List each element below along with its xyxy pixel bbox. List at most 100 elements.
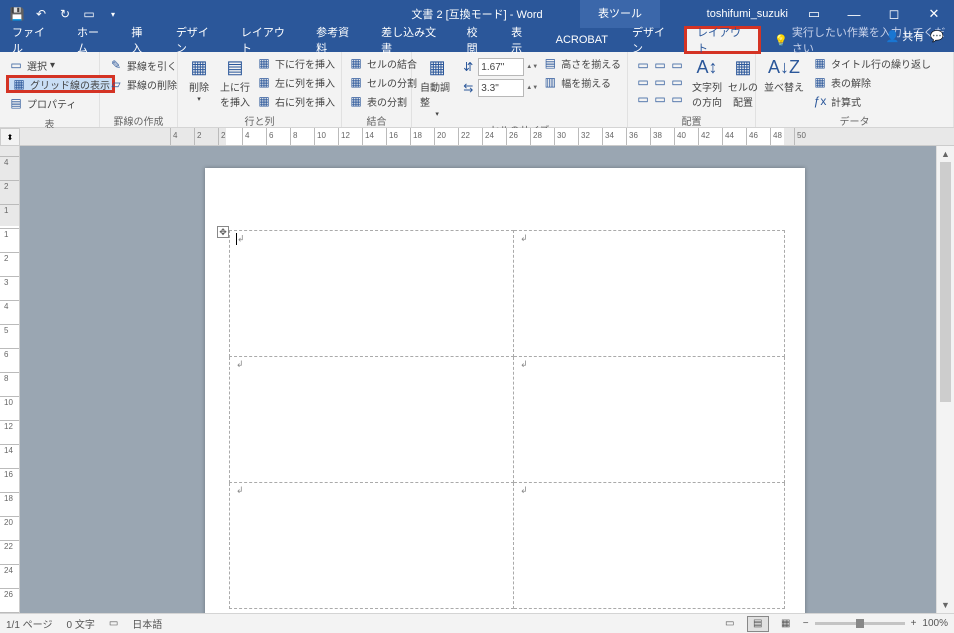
tab-review[interactable]: 校閲: [455, 28, 500, 52]
insert-above-button[interactable]: ▤上に行を挿入: [218, 54, 252, 111]
insert-above-icon: ▤: [224, 56, 246, 78]
tab-design[interactable]: デザイン: [164, 28, 229, 52]
status-page[interactable]: 1/1 ページ: [6, 616, 52, 631]
tab-references[interactable]: 参考資料: [304, 28, 369, 52]
scroll-up-icon[interactable]: ▲: [937, 146, 954, 162]
tab-table-layout[interactable]: レイアウト: [684, 26, 761, 54]
text-direction-button[interactable]: A↕文字列の方向: [690, 54, 724, 111]
document-table[interactable]: ↲ ↲ ↲ ↲ ↲ ↲: [229, 230, 785, 609]
align-tc-button[interactable]: ▭: [652, 57, 668, 73]
dist-rows-icon: ▤: [542, 55, 558, 71]
tab-home[interactable]: ホーム: [65, 28, 119, 52]
view-read-mode-button[interactable]: ▭: [719, 616, 741, 632]
view-web-layout-button[interactable]: ▦: [775, 616, 797, 632]
tab-layout[interactable]: レイアウト: [229, 28, 304, 52]
properties-button[interactable]: ▤プロパティ: [6, 94, 115, 112]
split-icon: ▦: [348, 74, 364, 90]
user-name[interactable]: toshifumi_suzuki: [707, 8, 788, 20]
table-move-handle[interactable]: ✥: [217, 226, 229, 238]
status-words[interactable]: 0 文字: [66, 616, 94, 631]
redo-icon[interactable]: ↻: [54, 3, 76, 25]
split-table-button[interactable]: ▦表の分割: [346, 92, 419, 110]
tab-view[interactable]: 表示: [499, 28, 544, 52]
draw-table-button[interactable]: ✎罫線を引く: [106, 56, 179, 74]
repeat-header-button[interactable]: ▦タイトル行の繰り返し: [810, 54, 933, 72]
formula-button[interactable]: ƒx計算式: [810, 92, 933, 110]
grid-icon: ▦: [11, 76, 27, 92]
zoom-out-button[interactable]: −: [803, 618, 809, 629]
zoom-slider[interactable]: [815, 622, 905, 625]
zoom-level[interactable]: 100%: [922, 618, 948, 629]
align-tl-button[interactable]: ▭: [635, 57, 651, 73]
document-title: 文書 2 [互換モード] - Word: [411, 6, 542, 22]
autofit-button[interactable]: ▦自動調整▾: [416, 54, 458, 120]
convert-icon: ▦: [812, 74, 828, 90]
vertical-ruler[interactable]: 421123456810121416182022242628: [0, 146, 20, 613]
qat-customize-icon[interactable]: ▾: [102, 3, 124, 25]
width-spinner[interactable]: ▲▼: [526, 85, 538, 91]
status-proofing-icon[interactable]: ▭: [109, 618, 118, 629]
zoom-in-button[interactable]: +: [911, 618, 917, 629]
text-dir-icon: A↕: [696, 56, 718, 78]
height-spinner[interactable]: ▲▼: [526, 64, 538, 70]
merge-cells-button[interactable]: ▦セルの結合: [346, 54, 419, 72]
dist-cols-icon: ▥: [542, 74, 558, 90]
select-button[interactable]: ▭選択▾: [6, 56, 115, 74]
table-cell[interactable]: ↲: [514, 483, 785, 609]
align-tr-button[interactable]: ▭: [669, 57, 685, 73]
col-width-input[interactable]: 3.3": [478, 79, 524, 97]
page[interactable]: ✥ ↲ ↲ ↲ ↲ ↲ ↲: [205, 168, 805, 613]
distribute-cols-button[interactable]: ▥幅を揃える: [540, 73, 623, 91]
align-mc-button[interactable]: ▭: [652, 74, 668, 90]
table-cell[interactable]: ↲: [230, 483, 514, 609]
tab-insert[interactable]: 挿入: [119, 28, 164, 52]
cell-margins-button[interactable]: ▦セルの配置: [726, 54, 760, 111]
pencil-icon: ✎: [108, 57, 124, 73]
share-button[interactable]: 👤 共有: [886, 28, 925, 44]
delete-table-icon: ▦: [188, 56, 210, 78]
tab-table-design[interactable]: デザイン: [620, 28, 685, 52]
table-cell[interactable]: ↲: [514, 231, 785, 357]
delete-button[interactable]: ▦削除▾: [182, 54, 216, 105]
horizontal-ruler[interactable]: 4224681012141618202224262830323436384042…: [20, 128, 954, 146]
eraser-icon: ▱: [108, 76, 124, 92]
insert-left-icon: ▦: [256, 74, 272, 90]
status-language[interactable]: 日本語: [132, 616, 162, 631]
touch-mode-icon[interactable]: ▭: [78, 3, 100, 25]
scroll-down-icon[interactable]: ▼: [937, 597, 954, 613]
tab-acrobat[interactable]: ACROBAT: [544, 28, 620, 52]
convert-to-text-button[interactable]: ▦表の解除: [810, 73, 933, 91]
group-data-label: データ: [756, 113, 953, 127]
ruler-corner[interactable]: ⬍: [0, 128, 20, 146]
tab-mailings[interactable]: 差し込み文書: [369, 28, 454, 52]
table-cell[interactable]: ↲: [230, 357, 514, 483]
align-bc-button[interactable]: ▭: [652, 91, 668, 107]
save-icon[interactable]: 💾: [6, 3, 28, 25]
tab-file[interactable]: ファイル: [0, 28, 65, 52]
view-gridlines-button[interactable]: ▦グリッド線の表示: [6, 75, 115, 93]
split-cells-button[interactable]: ▦セルの分割: [346, 73, 419, 91]
undo-icon[interactable]: ↶: [30, 3, 52, 25]
col-width-icon: ⇆: [460, 80, 476, 96]
bulb-icon: 💡: [774, 34, 788, 47]
view-print-layout-button[interactable]: ▤: [747, 616, 769, 632]
sort-button[interactable]: A↓Z並べ替え: [760, 54, 808, 96]
align-ml-button[interactable]: ▭: [635, 74, 651, 90]
align-bl-button[interactable]: ▭: [635, 91, 651, 107]
table-cell[interactable]: ↲: [230, 231, 514, 357]
eraser-button[interactable]: ▱罫線の削除: [106, 75, 179, 93]
insert-right-button[interactable]: ▦右に列を挿入: [254, 92, 337, 110]
insert-left-button[interactable]: ▦左に列を挿入: [254, 73, 337, 91]
row-height-input[interactable]: 1.67": [478, 58, 524, 76]
row-height-icon: ⇵: [460, 59, 476, 75]
vertical-scrollbar[interactable]: ▲ ▼: [936, 146, 954, 613]
group-merge-label: 結合: [342, 113, 411, 127]
scroll-thumb[interactable]: [940, 162, 951, 402]
insert-below-button[interactable]: ▦下に行を挿入: [254, 54, 337, 72]
document-canvas[interactable]: ✥ ↲ ↲ ↲ ↲ ↲ ↲: [20, 146, 936, 613]
align-br-button[interactable]: ▭: [669, 91, 685, 107]
align-mr-button[interactable]: ▭: [669, 74, 685, 90]
distribute-rows-button[interactable]: ▤高さを揃える: [540, 54, 623, 72]
comments-icon[interactable]: 💬: [930, 30, 944, 43]
table-cell[interactable]: ↲: [514, 357, 785, 483]
